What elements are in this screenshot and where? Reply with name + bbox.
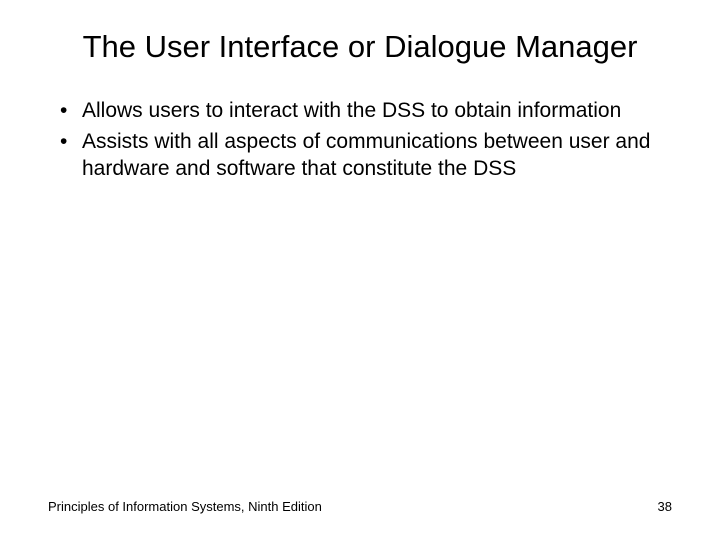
slide-container: The User Interface or Dialogue Manager A… [0, 0, 720, 540]
footer-source: Principles of Information Systems, Ninth… [48, 499, 322, 514]
slide-footer: Principles of Information Systems, Ninth… [48, 499, 672, 514]
bullet-item: Allows users to interact with the DSS to… [56, 97, 672, 124]
bullet-list: Allows users to interact with the DSS to… [48, 97, 672, 183]
slide-title: The User Interface or Dialogue Manager [48, 28, 672, 67]
footer-page-number: 38 [658, 499, 672, 514]
bullet-item: Assists with all aspects of communicatio… [56, 128, 672, 183]
